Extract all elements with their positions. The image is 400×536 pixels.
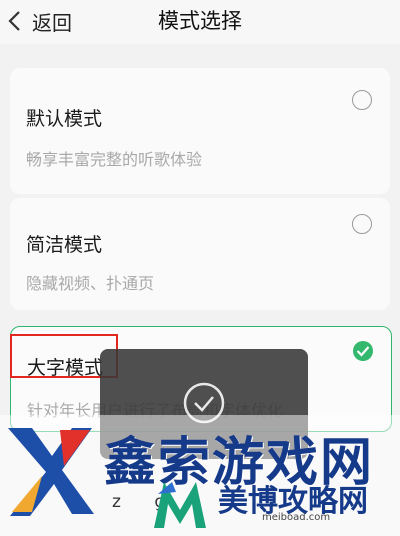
- mode-description: 隐藏视频、扑通页: [26, 274, 155, 293]
- watermark-m-logo-icon: [154, 482, 206, 528]
- watermark-url: meiboad.com: [262, 512, 331, 523]
- top-bar: 返回 模式选择: [0, 0, 400, 44]
- radio-button[interactable]: [352, 214, 372, 234]
- mode-option-default[interactable]: 默认模式 畅享丰富完整的听歌体验: [10, 68, 390, 194]
- radio-button[interactable]: [352, 90, 372, 110]
- mode-name: 简洁模式: [26, 234, 103, 256]
- page-title: 模式选择: [158, 9, 242, 33]
- watermark-x-logo-icon: [8, 428, 94, 516]
- radio-button-checked[interactable]: [353, 341, 373, 361]
- mode-description: 畅享丰富完整的听歌体验: [26, 150, 203, 169]
- mode-option-simple[interactable]: 简洁模式 隐藏视频、扑通页: [10, 198, 390, 310]
- checkmark-icon: [356, 346, 370, 357]
- mode-name: 默认模式: [26, 108, 103, 130]
